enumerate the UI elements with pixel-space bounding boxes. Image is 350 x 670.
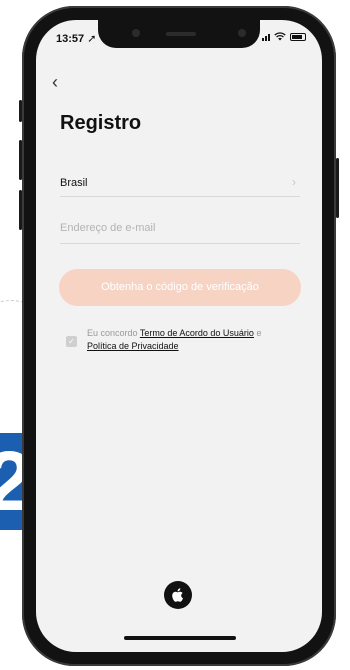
country-selector[interactable]: Brasil › — [60, 168, 300, 197]
notch — [98, 20, 260, 48]
chevron-right-icon: › — [292, 175, 296, 189]
privacy-policy-link[interactable]: Política de Privacidade — [87, 341, 179, 351]
get-verification-code-button[interactable]: Obtenha o código de verificação — [59, 269, 301, 306]
status-time: 13:57 ➚ — [56, 32, 96, 45]
chevron-left-icon: ‹ — [52, 72, 58, 92]
terms-of-use-link[interactable]: Termo de Acordo do Usuário — [140, 328, 254, 338]
power-button — [336, 158, 339, 218]
sign-in-with-apple-button[interactable] — [164, 581, 192, 609]
phone-frame: 13:57 ➚ ‹ Registro Brasil › Endereço de … — [19, 6, 339, 666]
page-title: Registro — [60, 112, 142, 134]
agreement-checkbox[interactable]: ✓ — [66, 336, 77, 347]
battery-icon — [290, 32, 306, 41]
wifi-icon — [274, 32, 286, 41]
apple-icon — [172, 588, 183, 602]
agreement-prefix: Eu concordo — [87, 328, 140, 338]
volume-up-button — [19, 140, 22, 180]
home-indicator — [124, 636, 236, 640]
signal-icon — [262, 33, 270, 41]
screenshot-stage: 2 13:57 ➚ ‹ Registro Brasil › Endereço d… — [0, 0, 350, 670]
back-button[interactable]: ‹ — [52, 72, 58, 93]
volume-down-button — [19, 190, 22, 230]
email-field[interactable]: Endereço de e-mail — [60, 215, 300, 244]
speaker-grille — [166, 32, 196, 36]
status-icons — [262, 32, 306, 41]
agreement-text: Eu concordo Termo de Acordo do Usuário e… — [87, 327, 261, 353]
location-arrow-icon: ➚ — [87, 33, 97, 45]
email-placeholder: Endereço de e-mail — [60, 222, 156, 234]
country-value: Brasil — [60, 177, 88, 189]
camera-icon — [132, 29, 140, 37]
status-time-text: 13:57 — [56, 33, 85, 45]
sensor-icon — [238, 29, 246, 37]
phone-screen: 13:57 ➚ ‹ Registro Brasil › Endereço de … — [36, 20, 322, 652]
mute-switch — [19, 100, 22, 122]
check-icon: ✓ — [68, 337, 75, 346]
agreement-joiner: e — [253, 328, 262, 338]
